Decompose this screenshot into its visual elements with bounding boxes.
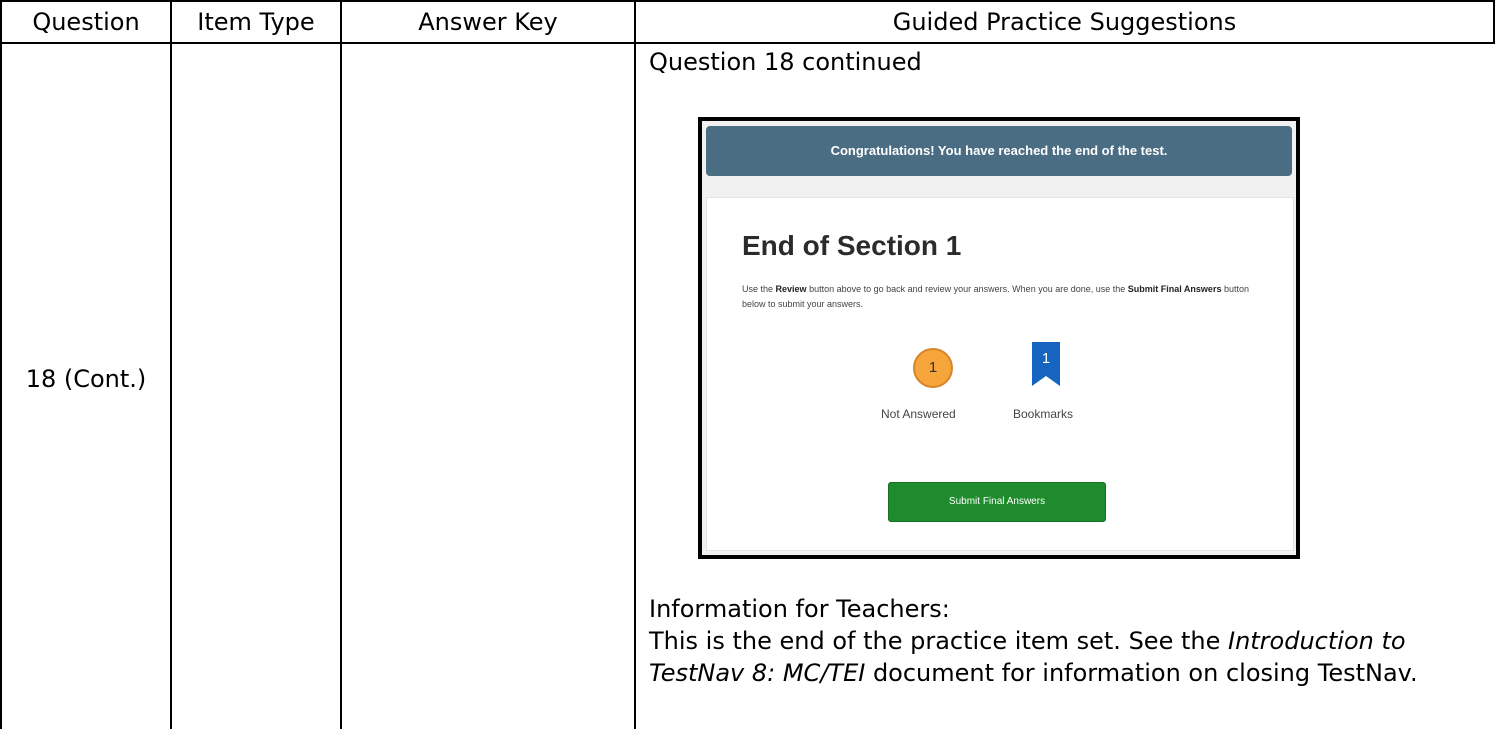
col-divider-2 [340,0,342,729]
col-divider-1 [170,0,172,729]
header-item-type: Item Type [197,8,315,36]
header-answer-key: Answer Key [418,8,558,36]
teacher-line-1: This is the end of the practice item set… [649,627,1406,655]
submit-final-answers-button[interactable]: Submit Final Answers [888,482,1106,522]
section-title: End of Section 1 [742,230,962,261]
teacher-line-2: TestNav 8: MC/TEI document for informati… [649,659,1418,687]
header-guided-practice: Guided Practice Suggestions [892,8,1237,36]
teacher-heading: Information for Teachers: [649,595,950,623]
not-answered-label: Not Answered [881,407,956,421]
question-number-cell: 18 (Cont.) [25,365,147,393]
section-instructions: Use the Review button above to go back a… [742,284,1249,309]
doc-title-part-2: TestNav 8: MC/TEI [649,659,866,687]
congratulations-banner: Congratulations! You have reached the en… [706,126,1292,176]
review-keyword: Review [775,284,807,294]
header-question: Question [32,8,140,36]
end-of-section-panel: End of Section 1 Use the Review button a… [706,197,1294,551]
doc-title-part-1: Introduction to [1227,627,1406,655]
guided-caption: Question 18 continued [649,48,922,76]
bookmark-count: 1 [1041,350,1051,367]
header-bottom-border [0,42,1495,44]
not-answered-circle-icon[interactable]: 1 [913,348,953,388]
teacher-information: Information for Teachers: This is the en… [649,593,1489,689]
submit-keyword: Submit Final Answers [1127,284,1222,294]
bookmarks-label: Bookmarks [1013,407,1074,421]
bookmark-icon[interactable]: 1 [1032,342,1060,386]
col-divider-3 [634,0,636,729]
end-of-test-screenshot: Congratulations! You have reached the en… [698,117,1300,559]
